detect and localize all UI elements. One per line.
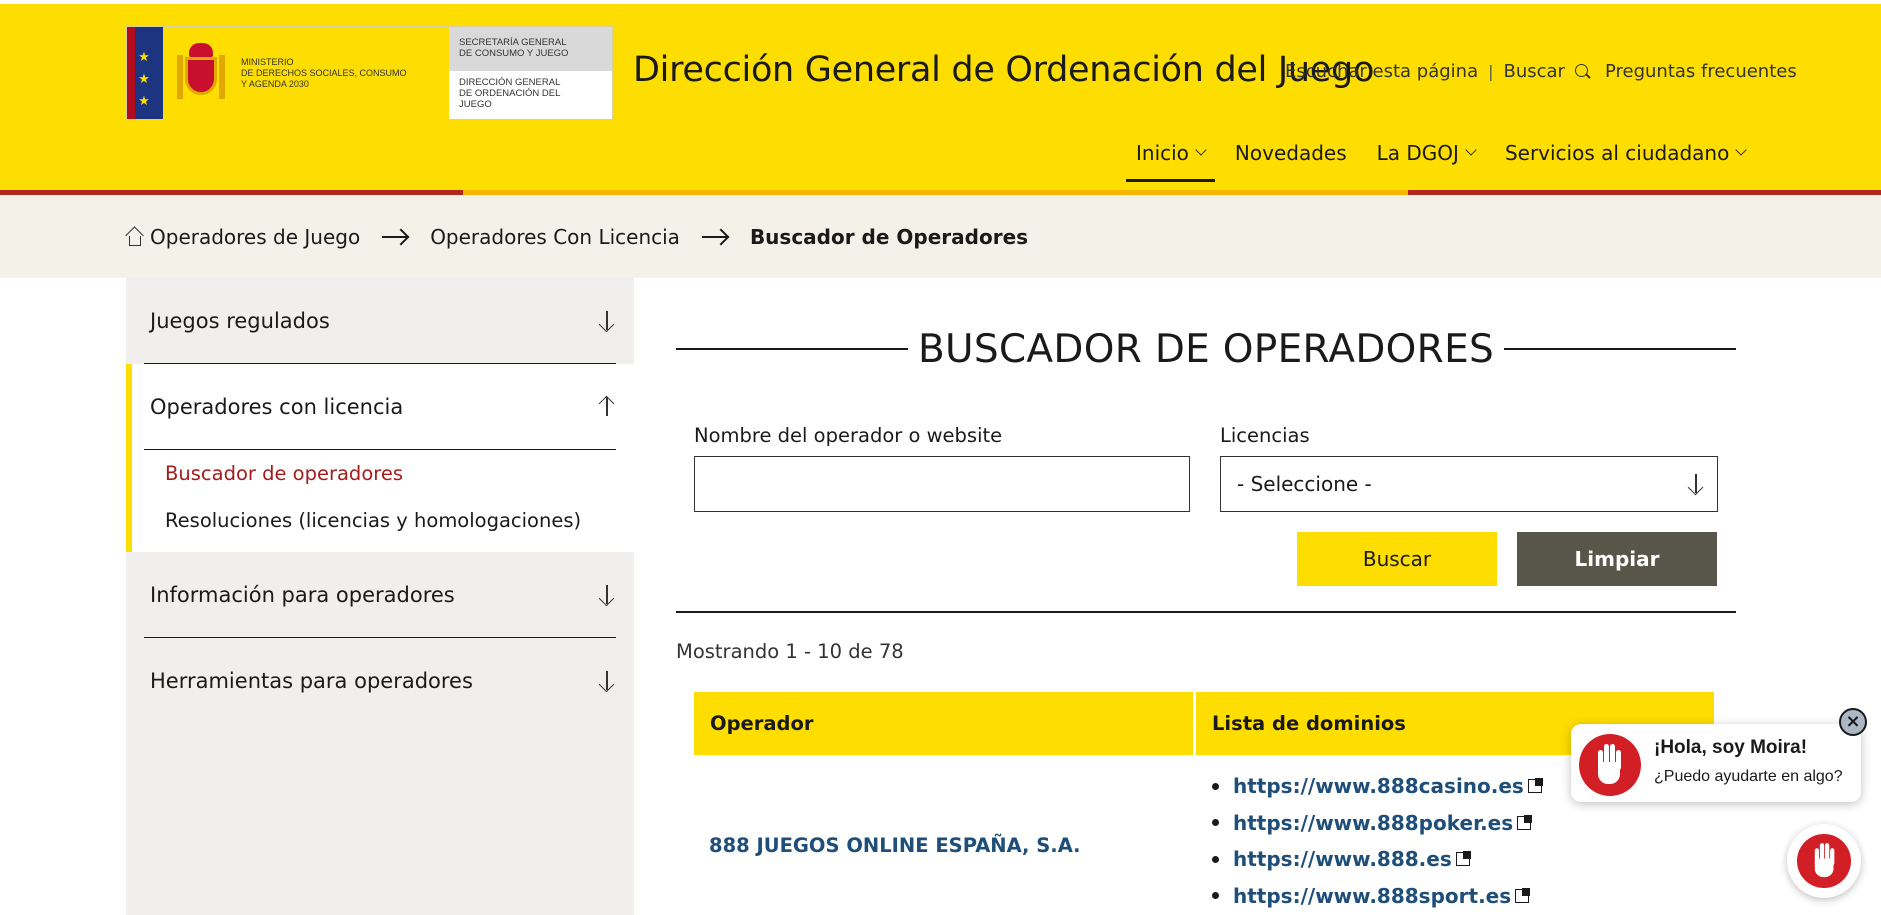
arrow-down-icon	[600, 585, 614, 605]
sidebar-section-informacion[interactable]: Información para operadores	[126, 552, 634, 638]
breadcrumb-item-operadores-juego[interactable]: Operadores de Juego	[150, 225, 360, 249]
domain-link[interactable]: https://www.888casino.es	[1233, 774, 1524, 798]
arrow-down-icon	[600, 671, 614, 691]
chevron-down-icon	[1195, 144, 1207, 156]
license-select[interactable]: - Seleccione -	[1220, 456, 1718, 512]
chat-title: ¡Hola, soy Moira!	[1654, 737, 1808, 758]
direccion-name: Dirección General de Ordenación del Jueg…	[459, 77, 561, 110]
sidebar-section-juegos[interactable]: Juegos regulados	[126, 278, 634, 364]
list-item: https://www.888casino.es	[1212, 768, 1543, 805]
domain-link[interactable]: https://www.888.es	[1233, 847, 1452, 871]
chat-avatar	[1579, 734, 1641, 796]
sidebar: Juegos regulados Operadores con licencia…	[126, 278, 634, 915]
domain-list: https://www.888casino.es https://www.888…	[1212, 768, 1543, 915]
faq-link[interactable]: Preguntas frecuentes	[1605, 61, 1797, 82]
home-icon[interactable]	[125, 225, 144, 246]
flag-strip: ★ ★ ★	[127, 27, 163, 119]
sidebar-section-header[interactable]: Operadores con licencia	[132, 364, 634, 450]
domain-link[interactable]: https://www.888poker.es	[1233, 811, 1513, 835]
table-header-operator: Operador	[694, 692, 1193, 755]
external-link-icon	[1515, 887, 1531, 903]
arrow-down-icon	[600, 311, 614, 331]
sidebar-section-operadores-licencia: Operadores con licencia Buscador de oper…	[126, 364, 634, 552]
operator-input[interactable]	[694, 456, 1190, 512]
hand-icon	[1594, 744, 1626, 786]
bullet-icon	[1212, 892, 1219, 900]
ministry-block: Ministerio de Derechos Sociales, Consumo…	[163, 27, 449, 119]
chat-subtitle: ¿Puedo ayudarte en algo?	[1654, 768, 1843, 785]
breadcrumb-item-current: Buscador de Operadores	[749, 224, 1029, 249]
coat-of-arms-icon	[175, 43, 227, 103]
sidebar-section-label: Juegos regulados	[150, 309, 330, 333]
heading-rule	[676, 348, 908, 350]
license-label: Licencias	[1220, 424, 1310, 447]
arrow-up-icon	[600, 397, 614, 417]
chevron-down-icon	[1735, 144, 1748, 156]
site-title[interactable]: Dirección General de Ordenación del Jueg…	[633, 50, 1374, 90]
bullet-icon	[1212, 782, 1219, 790]
external-link-icon	[1455, 851, 1471, 867]
chat-greeting-bubble[interactable]: ¡Hola, soy Moira! ¿Puedo ayudarte en alg…	[1571, 724, 1861, 802]
nav-item-servicios[interactable]: Servicios al ciudadano	[1495, 141, 1755, 182]
search-button[interactable]: Buscar	[1297, 532, 1497, 586]
secretaria-name: Secretaría General de Consumo y Juego	[449, 27, 612, 71]
heading-rule	[1504, 348, 1737, 350]
list-item: https://www.888.es	[1212, 841, 1542, 878]
search-icon[interactable]	[1574, 63, 1591, 80]
operator-label: Nombre del operador o website	[694, 424, 1003, 447]
ministry-name: Ministerio de Derechos Sociales, Consumo…	[241, 56, 407, 89]
bullet-icon	[1212, 819, 1219, 827]
search-link[interactable]: Buscar	[1504, 61, 1565, 82]
utility-links: Escuchar esta página | Buscar Preguntas …	[1285, 61, 1797, 82]
external-link-icon	[1517, 814, 1533, 830]
close-icon: ×	[1845, 710, 1861, 732]
sidebar-item-buscador[interactable]: Buscador de operadores	[165, 462, 634, 509]
page-title: BUSCADOR DE OPERADORES	[676, 326, 1737, 372]
operator-link[interactable]: 888 JUEGOS ONLINE ESPAÑA, S.A.	[709, 834, 1081, 857]
license-select-value: - Seleccione -	[1237, 472, 1372, 496]
results-count: Mostrando 1 - 10 de 78	[676, 640, 904, 663]
arrow-right-icon	[701, 230, 728, 244]
main-navigation: Inicio Novedades La DGOJ Servicios al ci…	[1126, 141, 1765, 182]
bullet-icon	[1212, 855, 1219, 863]
nav-item-novedades[interactable]: Novedades	[1225, 141, 1357, 182]
sidebar-submenu: Buscador de operadores Resoluciones (lic…	[132, 450, 634, 552]
list-item: https://www.888poker.es	[1212, 805, 1542, 842]
list-item: https://www.888sport.es	[1212, 878, 1542, 915]
nav-item-la-dgoj[interactable]: La DGOJ	[1367, 141, 1485, 182]
sidebar-section-label: Operadores con licencia	[150, 395, 404, 419]
sidebar-section-label: Herramientas para operadores	[150, 669, 473, 693]
chevron-down-icon	[1465, 144, 1477, 156]
external-link-icon	[1527, 778, 1543, 794]
stars-icon: ★ ★ ★	[138, 50, 150, 109]
nav-item-inicio[interactable]: Inicio	[1126, 141, 1215, 182]
arrow-right-icon	[382, 230, 408, 244]
chat-close-button[interactable]: ×	[1839, 708, 1867, 736]
clear-button[interactable]: Limpiar	[1517, 532, 1717, 586]
sidebar-item-resoluciones[interactable]: Resoluciones (licencias y homologaciones…	[165, 509, 634, 556]
chat-launcher-button[interactable]	[1787, 824, 1861, 898]
hand-icon	[1811, 843, 1838, 879]
government-logo[interactable]: ★ ★ ★ Ministerio de Derechos Sociales, Con…	[126, 26, 613, 120]
sidebar-section-herramientas[interactable]: Herramientas para operadores	[126, 638, 634, 724]
listen-page-link[interactable]: Escuchar esta página	[1285, 61, 1478, 82]
domain-link[interactable]: https://www.888sport.es	[1233, 884, 1511, 908]
breadcrumb-item-operadores-licencia[interactable]: Operadores Con Licencia	[430, 225, 680, 249]
utility-separator: |	[1488, 62, 1494, 81]
form-divider	[676, 611, 1736, 613]
sidebar-section-label: Información para operadores	[150, 583, 455, 607]
breadcrumb: Operadores de Juego Operadores Con Licen…	[0, 195, 1881, 278]
department-block: Secretaría General de Consumo y Juego Di…	[449, 27, 612, 119]
site-header: ★ ★ ★ Ministerio de Derechos Sociales, Con…	[0, 0, 1881, 199]
arrow-down-icon	[1689, 474, 1703, 494]
